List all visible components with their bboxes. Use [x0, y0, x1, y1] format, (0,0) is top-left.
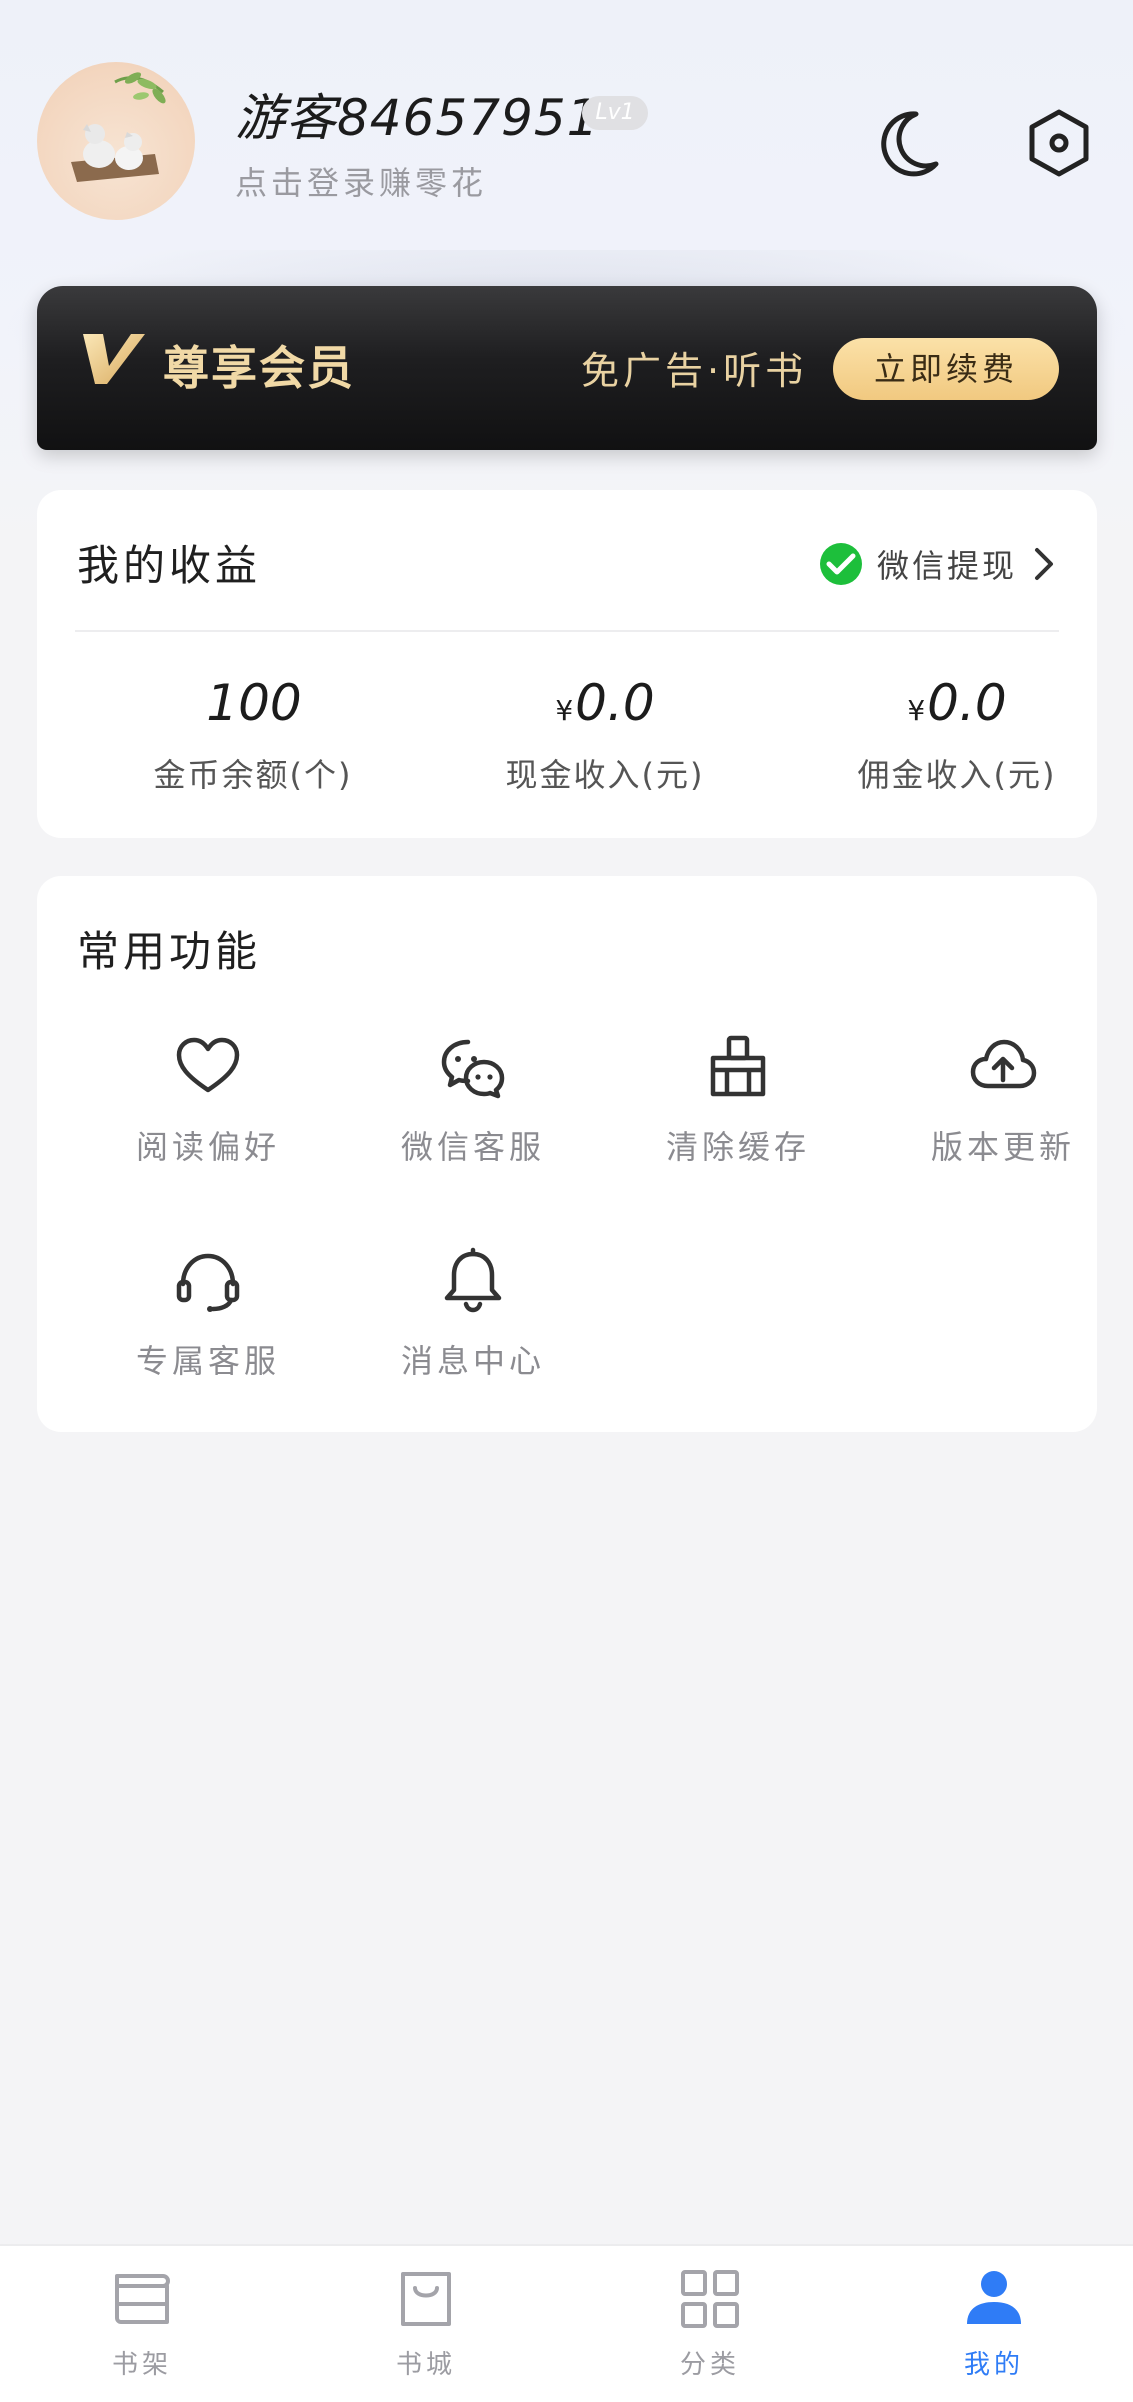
tab-bookshelf[interactable]: 书架: [52, 2266, 232, 2381]
feature-reading-preference[interactable]: 阅读偏好: [93, 1032, 323, 1168]
feature-message-center[interactable]: 消息中心: [358, 1246, 588, 1382]
feature-label: 微信客服: [400, 1128, 545, 1166]
earnings-card: 我的收益 微信提现 100 金币余额(个) ¥0.0 现金收入(元) ¥0.0 …: [37, 490, 1097, 838]
chevron-right-icon: [1035, 548, 1053, 580]
feature-label: 版本更新: [930, 1128, 1075, 1166]
feature-label: 消息中心: [400, 1342, 545, 1380]
tab-label: 分类: [679, 2350, 740, 2380]
vip-title: 尊享会员: [163, 341, 355, 395]
bookshelf-icon: [115, 2274, 170, 2324]
moon-icon: [881, 111, 939, 177]
vip-v-logo-icon: [83, 334, 145, 384]
stat-cash-income[interactable]: ¥0.0 现金收入(元): [455, 670, 755, 796]
divider: [75, 630, 1059, 632]
feature-label: 阅读偏好: [135, 1128, 280, 1166]
bell-icon: [444, 1247, 502, 1313]
feature-exclusive-service[interactable]: 专属客服: [93, 1246, 323, 1382]
avatar-illustration-icon: [71, 72, 166, 182]
username[interactable]: 游客84657951: [235, 78, 600, 150]
wechat-pay-icon: [819, 543, 862, 585]
feature-clear-cache[interactable]: 清除缓存: [623, 1032, 853, 1168]
stat-caption: 金币余额(个): [153, 756, 353, 794]
wechat-withdraw-button[interactable]: 微信提现: [819, 540, 1057, 588]
earnings-title: 我的收益: [77, 541, 262, 590]
stat-commission-income[interactable]: ¥0.0 佣金收入(元): [807, 670, 1107, 796]
stat-caption: 佣金收入(元): [857, 756, 1057, 794]
withdraw-label: 微信提现: [876, 547, 1017, 585]
user-icon: [967, 2271, 1021, 2324]
broom-icon: [710, 1035, 766, 1097]
tab-category[interactable]: 分类: [620, 2266, 800, 2381]
login-hint[interactable]: 点击登录赚零花: [235, 158, 487, 204]
tab-bookstore[interactable]: 书城: [336, 2266, 516, 2381]
stat-value: ¥0.0: [555, 674, 655, 732]
shopping-bag-icon: [401, 2272, 451, 2326]
tab-label: 书架: [111, 2350, 172, 2380]
stat-caption: 现金收入(元): [505, 756, 705, 794]
stat-value: ¥0.0: [907, 674, 1007, 732]
stat-value: 100: [206, 674, 302, 732]
tab-label: 书城: [395, 2350, 456, 2380]
feature-wechat-service[interactable]: 微信客服: [358, 1032, 588, 1168]
night-mode-button[interactable]: [876, 108, 942, 178]
feature-label: 清除缓存: [665, 1128, 810, 1166]
stat-coin-balance[interactable]: 100 金币余额(个): [103, 670, 403, 796]
avatar[interactable]: [37, 62, 195, 220]
headset-icon: [176, 1253, 240, 1312]
tab-mine[interactable]: 我的: [904, 2266, 1084, 2381]
wechat-chat-icon: [441, 1039, 505, 1099]
settings-button[interactable]: [1026, 108, 1092, 178]
grid-icon: [681, 2270, 739, 2328]
level-badge: Lv1: [582, 96, 648, 130]
vip-banner[interactable]: 尊享会员 免广告·听书 立即续费: [37, 286, 1097, 450]
vip-renew-button[interactable]: 立即续费: [833, 338, 1059, 400]
features-title: 常用功能: [77, 927, 262, 976]
feature-version-update[interactable]: 版本更新: [888, 1032, 1118, 1168]
feature-label: 专属客服: [135, 1342, 280, 1380]
bottom-tab-bar: 书架 书城 分类 我的: [0, 2244, 1133, 2402]
tab-label: 我的: [963, 2350, 1024, 2380]
settings-hexagon-icon: [1029, 109, 1089, 177]
features-card: 常用功能 阅读偏好 微信客服 清除缓存 版本更新 专属客服 消息中心: [37, 876, 1097, 1432]
heart-icon: [176, 1037, 240, 1093]
cloud-upload-icon: [970, 1039, 1037, 1089]
vip-benefit: 免广告·听书: [581, 349, 808, 393]
